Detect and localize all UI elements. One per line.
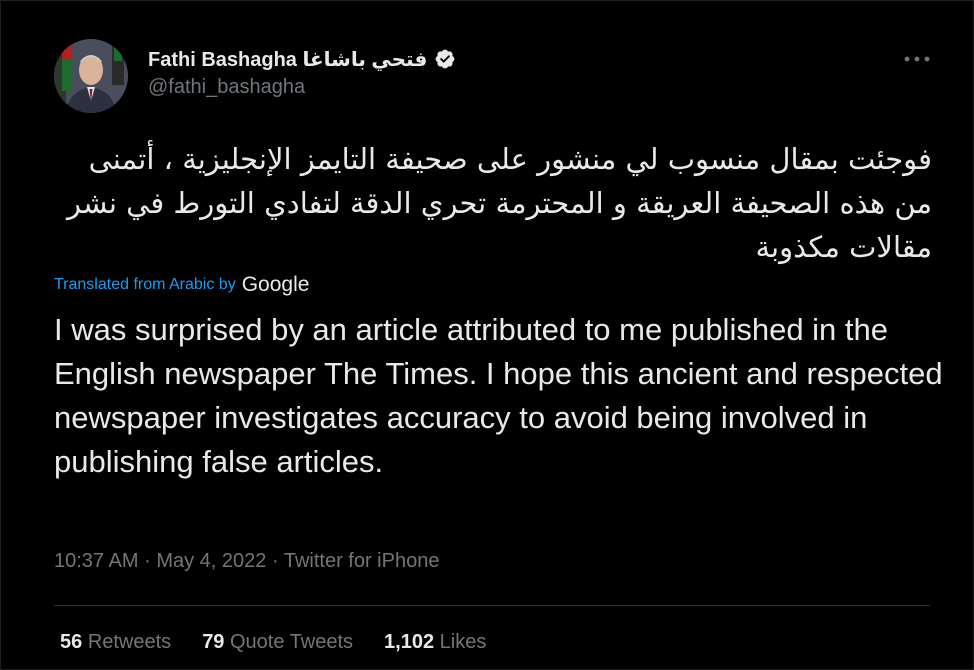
tweet-card: Fathi Bashagha فتحي باشاغا @fathi_bashag… — [0, 0, 974, 670]
engagement-stats: 56 Retweets 79 Quote Tweets 1,102 Likes — [60, 631, 486, 654]
likes-stat[interactable]: 1,102 Likes — [384, 631, 486, 654]
tweet-time[interactable]: 10:37 AM — [54, 550, 139, 572]
retweets-stat[interactable]: 56 Retweets — [60, 631, 171, 654]
quote-tweets-stat[interactable]: 79 Quote Tweets — [202, 631, 353, 654]
author-name-row: Fathi Bashagha فتحي باشاغا — [148, 43, 456, 75]
tweet-original-text: فوجئت بمقال منسوب لي منشور على صحيفة الت… — [67, 142, 932, 264]
more-options-icon — [904, 56, 930, 62]
translation-attribution[interactable]: Translated from Arabic by Google — [54, 273, 309, 297]
google-logo: Google — [241, 273, 310, 296]
author-handle[interactable]: @fathi_bashagha — [148, 76, 305, 99]
more-options-button[interactable] — [897, 47, 937, 71]
quote-tweets-count: 79 — [202, 631, 225, 653]
retweets-count: 56 — [60, 631, 83, 653]
likes-count: 1,102 — [384, 631, 435, 653]
retweets-label: Retweets — [87, 631, 172, 653]
meta-separator: · — [271, 550, 279, 572]
tweet-translated-text: I was surprised by an article attributed… — [54, 312, 943, 479]
translated-from-label[interactable]: Translated from Arabic by — [54, 276, 236, 294]
quote-tweets-label: Quote Tweets — [230, 631, 354, 653]
avatar[interactable] — [54, 39, 128, 113]
tweet-metadata: 10:37 AM · May 4, 2022 · Twitter for iPh… — [54, 550, 439, 573]
author-display-name[interactable]: Fathi Bashagha فتحي باشاغا — [148, 47, 427, 72]
meta-separator: · — [144, 550, 151, 572]
tweet-date[interactable]: May 4, 2022 — [156, 550, 266, 572]
likes-label: Likes — [439, 631, 487, 653]
divider — [54, 605, 930, 606]
profile-photo — [54, 39, 128, 113]
tweet-source: Twitter for iPhone — [283, 550, 440, 572]
verified-badge-icon[interactable] — [434, 48, 456, 70]
